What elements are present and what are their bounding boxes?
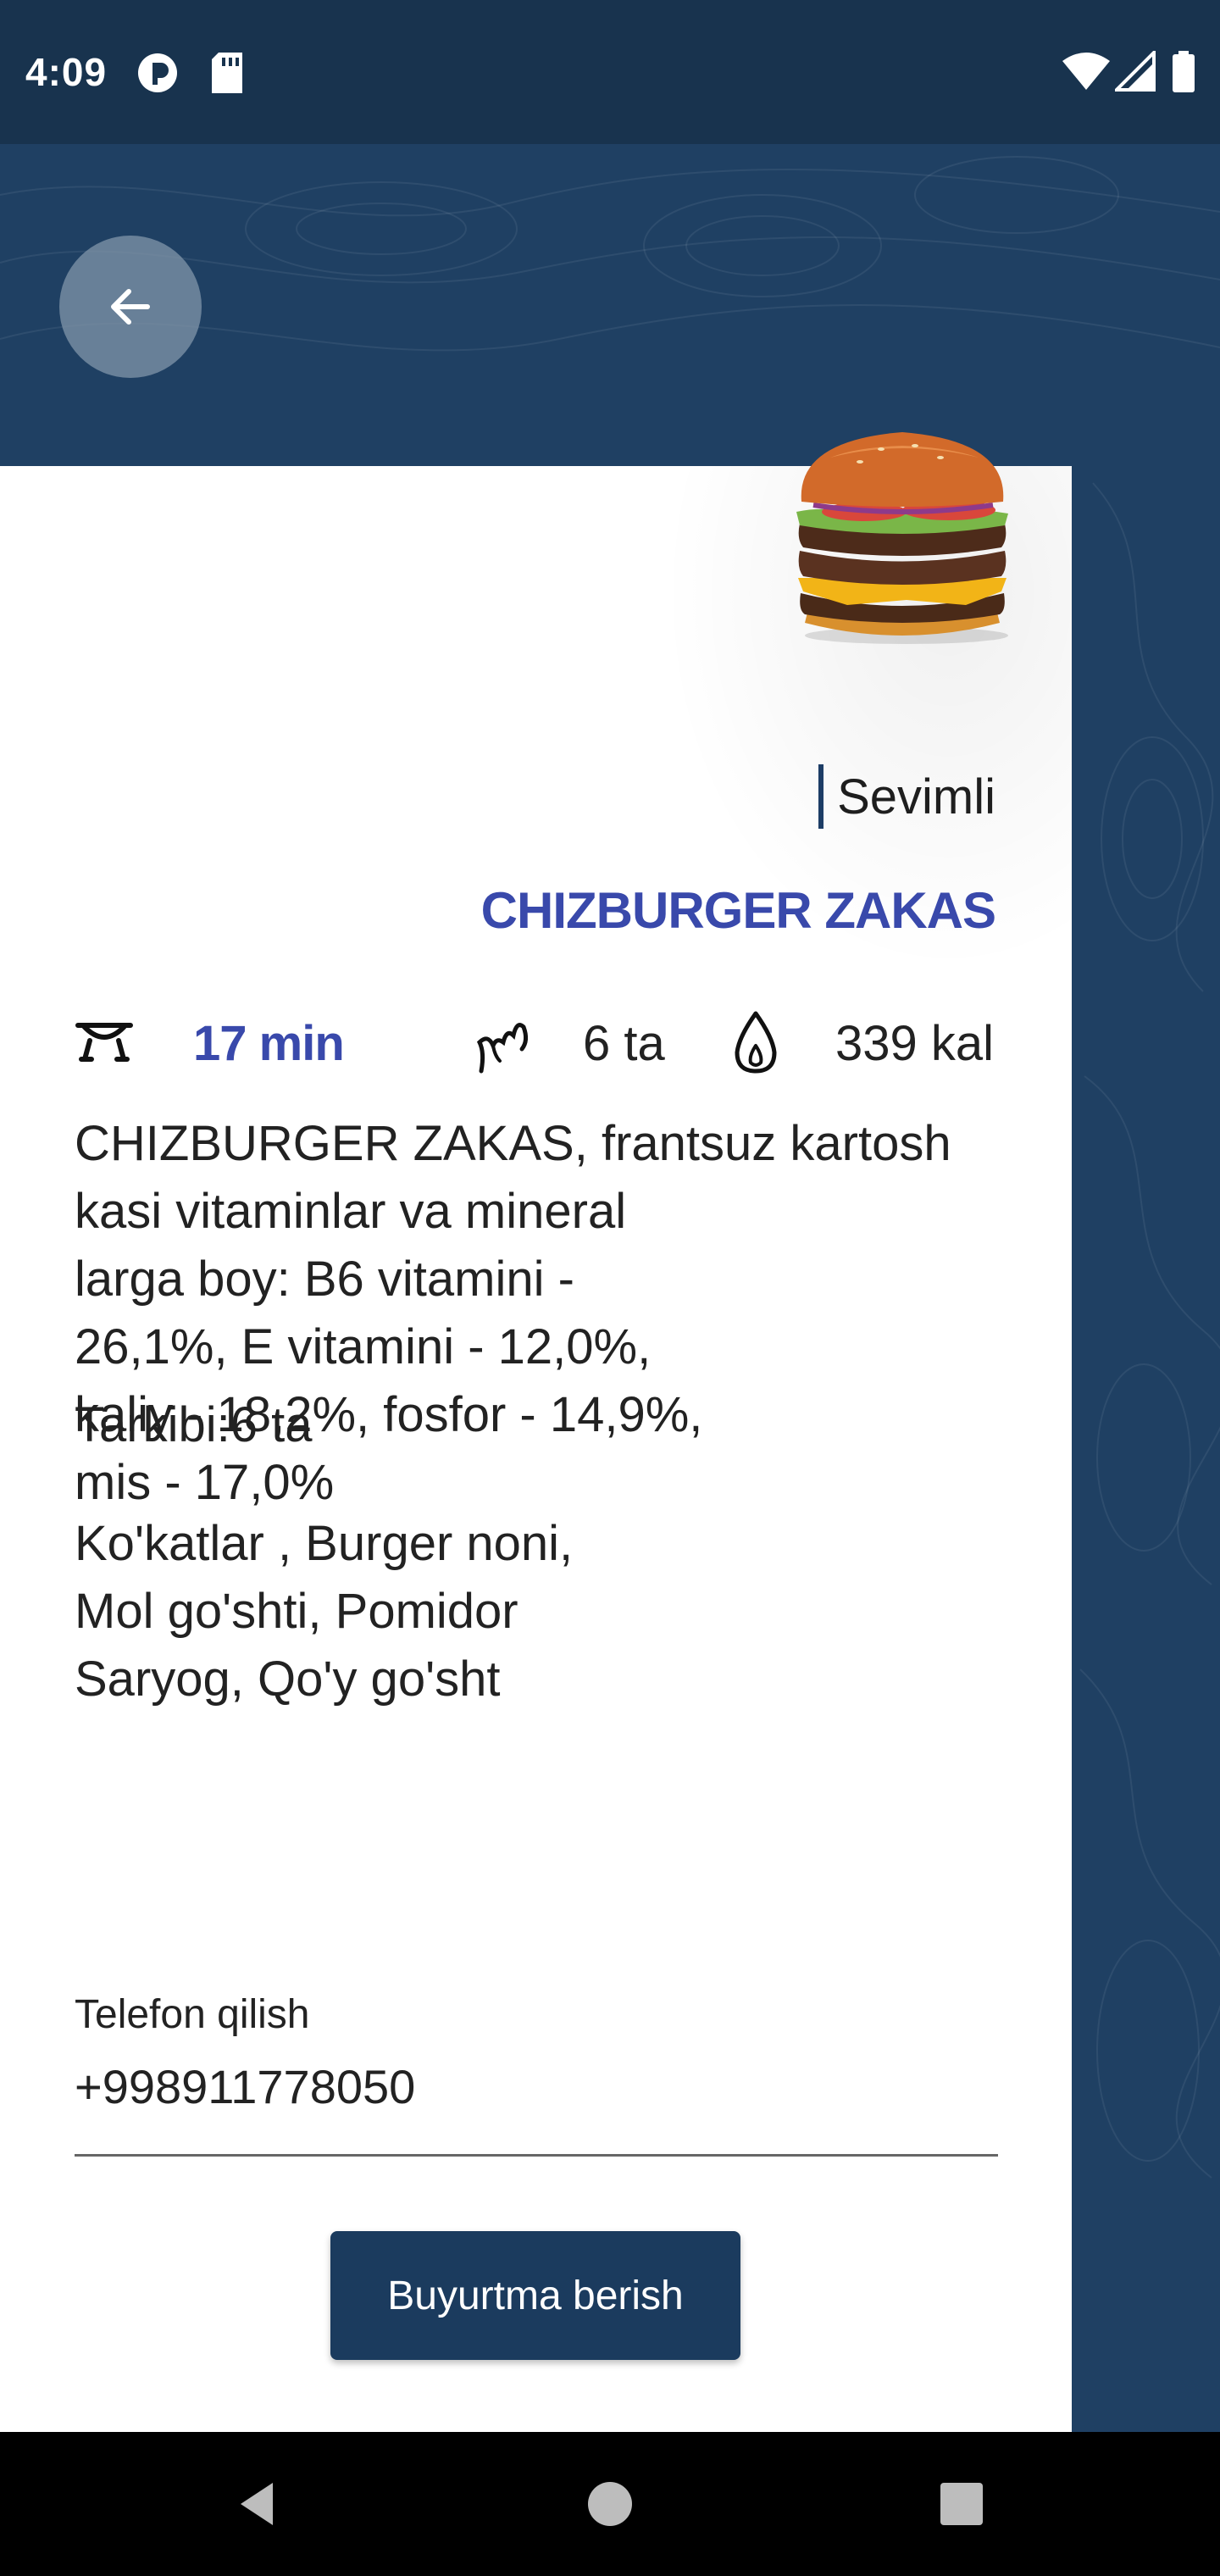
herb-icon (476, 1023, 529, 1074)
product-card: Sevimli CHIZBURGER ZAKAS 17 min 6 ta 339… (0, 432, 1072, 2432)
favorite-indicator (818, 764, 824, 829)
cook-time: 17 min (193, 1016, 345, 1071)
sd-card-icon (212, 53, 242, 93)
favorite-label: Sevimli (837, 769, 995, 824)
arrow-left-icon (111, 289, 150, 325)
battery-icon (1173, 51, 1195, 92)
ingredients-count: 6 ta (583, 1016, 665, 1071)
favorite-toggle[interactable]: Sevimli (818, 764, 995, 829)
back-button[interactable] (59, 236, 202, 378)
status-time: 4:09 (25, 50, 108, 94)
phone-divider (75, 2154, 998, 2157)
stats-row: 17 min 6 ta 339 kal (75, 1008, 998, 1076)
nav-back-icon[interactable] (229, 2474, 288, 2534)
phone-number-link[interactable]: +998911778050 (75, 2059, 415, 2114)
phone-label: Telefon qilish (75, 1992, 310, 2037)
privacy-indicator-icon (138, 53, 177, 92)
order-button[interactable]: Buyurtma berish (330, 2231, 740, 2360)
status-bar: 4:09 (0, 0, 1220, 144)
product-description: CHIZBURGER ZAKAS, frantsuz kartosh kasi … (75, 1116, 951, 1510)
nav-home-icon[interactable] (580, 2474, 640, 2534)
bowl-icon (75, 1023, 133, 1062)
calories: 339 kal (835, 1016, 995, 1071)
burger-image (796, 432, 1008, 644)
composition-label: Tarkibi:6 ta (75, 1397, 313, 1452)
ingredients-list: Ko'katlar , Burger noni, Mol go'shti, Po… (75, 1516, 574, 1707)
product-title: CHIZBURGER ZAKAS (480, 882, 996, 939)
flame-icon (735, 1011, 777, 1074)
nav-recents-icon[interactable] (932, 2474, 991, 2534)
system-nav-bar (0, 2432, 1220, 2576)
wifi-icon (1062, 53, 1110, 90)
signal-icon (1115, 51, 1156, 92)
